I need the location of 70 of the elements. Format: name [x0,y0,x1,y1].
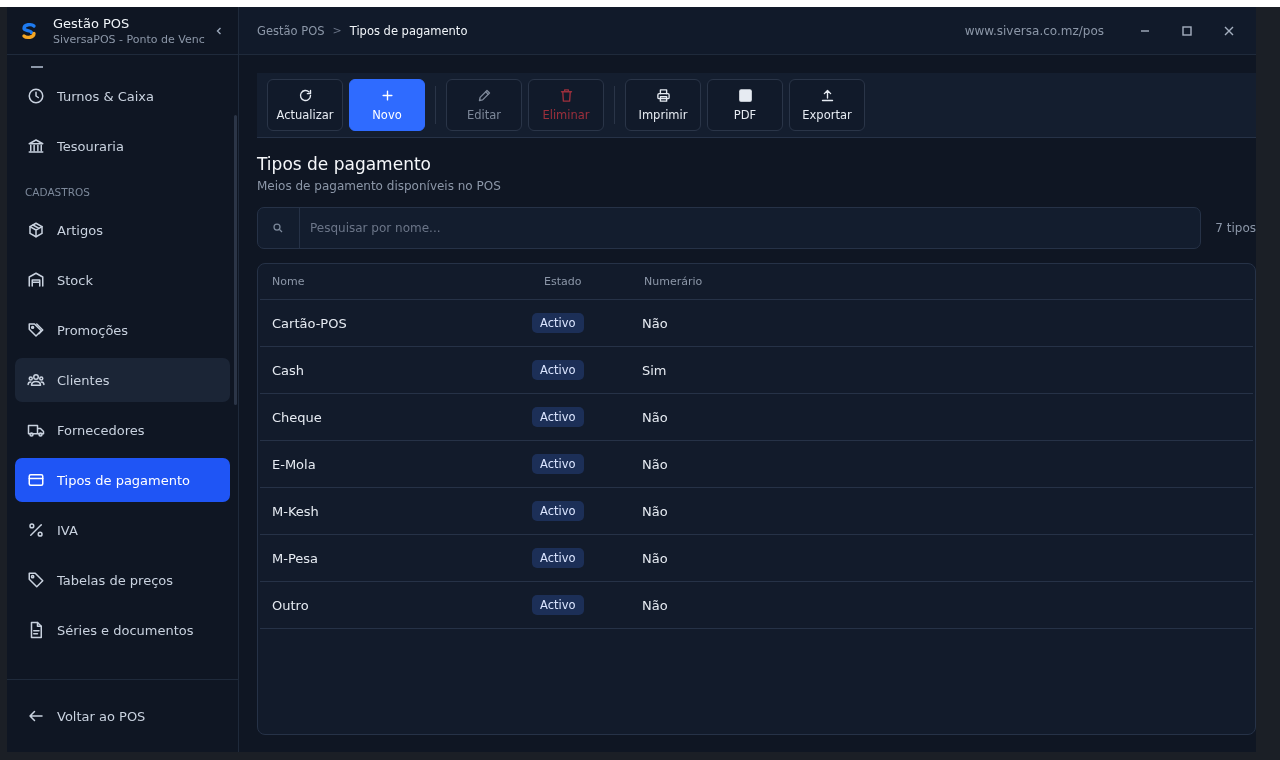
table-cell-text: M-Kesh [271,503,320,519]
warehouse-icon [27,271,45,289]
status-badge: Activo [532,407,584,427]
sidebar-item[interactable]: Fornecedores [15,408,230,452]
sidebar-item[interactable]: Turnos & Caixa [15,74,230,118]
toolbar-button[interactable]: Actualizar [267,79,343,131]
table-cell: Não [642,456,668,472]
trash-icon [558,88,574,103]
box-icon [27,221,45,239]
breadcrumb-link[interactable]: Gestão POS [257,23,325,38]
search-field[interactable]: Pesquisar por nome... [257,207,1202,249]
status-badge: Activo [532,454,584,474]
toolbar-button[interactable]: Novo [349,79,425,131]
column-header: Nome [271,275,306,288]
pencil-icon [476,88,492,103]
toolbar-button[interactable]: Exportar [789,79,865,131]
users-icon [27,371,45,389]
page-title: Tipos de pagamento [257,154,432,174]
credit-card-icon [27,471,45,489]
table-cell: Não [642,503,668,519]
breadcrumb-separator: > [332,24,342,37]
table-cell: Não [642,409,668,425]
plus-icon [379,88,395,103]
result-count: 7 tipos [1215,221,1256,235]
status-badge: Activo [532,313,584,333]
table-cell-text: M-Pesa [271,550,320,566]
sidebar-item[interactable]: Tipos de pagamento [15,458,230,502]
clock-icon [27,87,45,105]
status-badge: Activo [532,360,584,380]
maximize-icon[interactable] [1181,24,1193,37]
tags-icon [27,321,45,339]
tag-icon [27,571,45,589]
table-cell: Não [642,315,668,331]
status-badge: Activo [532,548,584,568]
sidebar-section-heading: CADASTROS [24,185,91,200]
app-title: Gestão POS [53,15,131,31]
column-header: Estado [543,275,583,288]
status-badge: Activo [532,501,584,521]
table-cell-text: Cash [271,362,306,378]
bank-icon [27,137,45,155]
table-cell-text: E-Mola [271,456,317,472]
sidebar-item[interactable]: Artigos [15,208,230,252]
table-cell-text: Cartão-POS [271,315,348,331]
column-header: Numerário [643,275,703,288]
app-logo-icon [19,20,39,41]
sidebar-item[interactable]: IVA [15,508,230,552]
percent-icon [27,521,45,539]
table-cell: Não [642,597,668,613]
page-subtitle: Meios de pagamento disponíveis no POS [257,179,502,193]
sidebar-item[interactable]: Tabelas de preços [15,558,230,602]
table-cell: Sim [642,362,667,378]
sidebar-item[interactable]: Tesouraria [15,124,230,168]
back-to-pos-link[interactable]: Voltar ao POS [27,707,146,725]
refresh-icon [297,88,313,103]
site-url: www.siversa.co.mz/pos [964,23,1104,38]
toolbar-button[interactable]: PDF [707,79,783,131]
status-badge: Activo [532,595,584,615]
table-cell-text: Outro [271,597,310,613]
printer-icon [655,88,671,103]
close-icon[interactable] [1223,24,1235,37]
sidebar-item[interactable]: Séries e documentos [15,608,230,652]
sidebar-item[interactable]: Stock [15,258,230,302]
table-cell-text: Cheque [271,409,323,425]
collapse-chevron-icon[interactable] [214,25,224,36]
upload-icon [819,88,835,103]
table-cell: Não [642,550,668,566]
breadcrumb-current: Tipos de pagamento [349,23,468,38]
sidebar-item[interactable]: Promoções [15,308,230,352]
sidebar-item[interactable]: Clientes [15,358,230,402]
toolbar-button[interactable]: Imprimir [625,79,701,131]
